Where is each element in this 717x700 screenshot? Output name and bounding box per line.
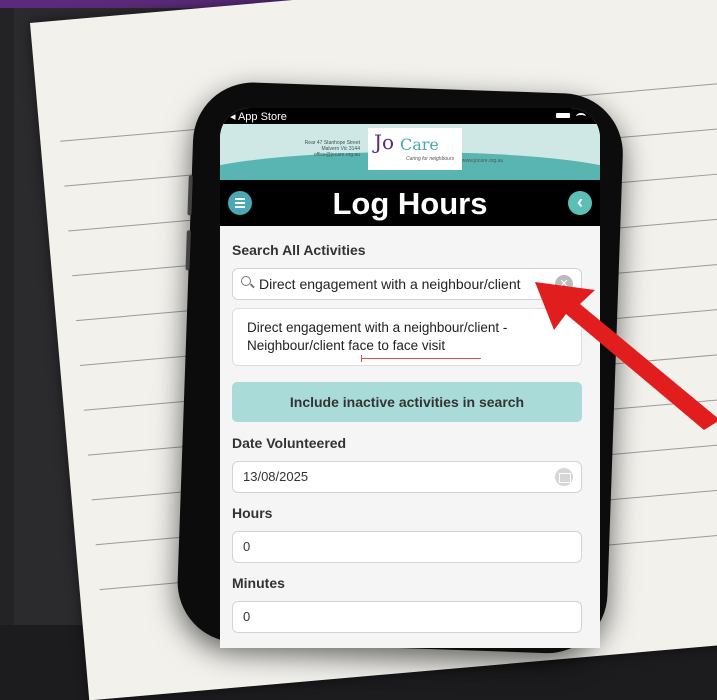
red-underline-annotation (361, 355, 481, 362)
banner-address: Rear 47 Stanhope Street Malvern Vic 3144… (275, 140, 360, 158)
search-input-value: Direct engagement with a neighbour/clien… (259, 276, 521, 292)
date-input[interactable]: 13/08/2025 (232, 461, 582, 493)
arrow-shape (535, 282, 717, 430)
red-arrow-annotation (535, 282, 717, 430)
logo-tagline: Caring for neighbours (406, 156, 455, 162)
phone-side-button (185, 230, 191, 271)
hours-input-value: 0 (243, 539, 251, 554)
date-input-value: 13/08/2025 (243, 469, 309, 484)
hours-input[interactable]: 0 (232, 531, 582, 563)
chevron-left-icon[interactable]: ‹ (568, 191, 592, 215)
app-store-back-link[interactable]: ◂ App Store (230, 110, 287, 123)
signal-icon (556, 113, 570, 118)
banner-website: www.jocare.org.au (462, 158, 504, 164)
page-header: Log Hours ‹ (220, 180, 600, 226)
address-email: office@jocare.org.au (313, 152, 360, 158)
search-icon (241, 276, 251, 286)
search-label: Search All Activities (232, 242, 366, 258)
status-bar: ◂ App Store (220, 108, 600, 124)
wifi-icon (576, 113, 586, 120)
page-title: Log Hours (332, 186, 488, 221)
logo-jo-text: Jo (374, 130, 395, 154)
minutes-input-value: 0 (243, 609, 251, 624)
jocare-logo: Jo Care Caring for neighbours (368, 128, 462, 170)
calendar-icon[interactable] (555, 468, 573, 486)
notebook-binder (0, 8, 14, 625)
phone-side-button (187, 175, 193, 216)
logo-care-text: Care (400, 135, 439, 154)
minutes-input[interactable]: 0 (232, 601, 582, 633)
jocare-banner: Rear 47 Stanhope Street Malvern Vic 3144… (220, 124, 600, 180)
date-label: Date Volunteered (232, 435, 347, 451)
result-line-2: Neighbour/client face to face visit (247, 338, 446, 353)
result-line-1: Direct engagement with a neighbour/clien… (247, 320, 508, 335)
minutes-label: Minutes (232, 575, 285, 591)
hours-label: Hours (232, 505, 273, 521)
